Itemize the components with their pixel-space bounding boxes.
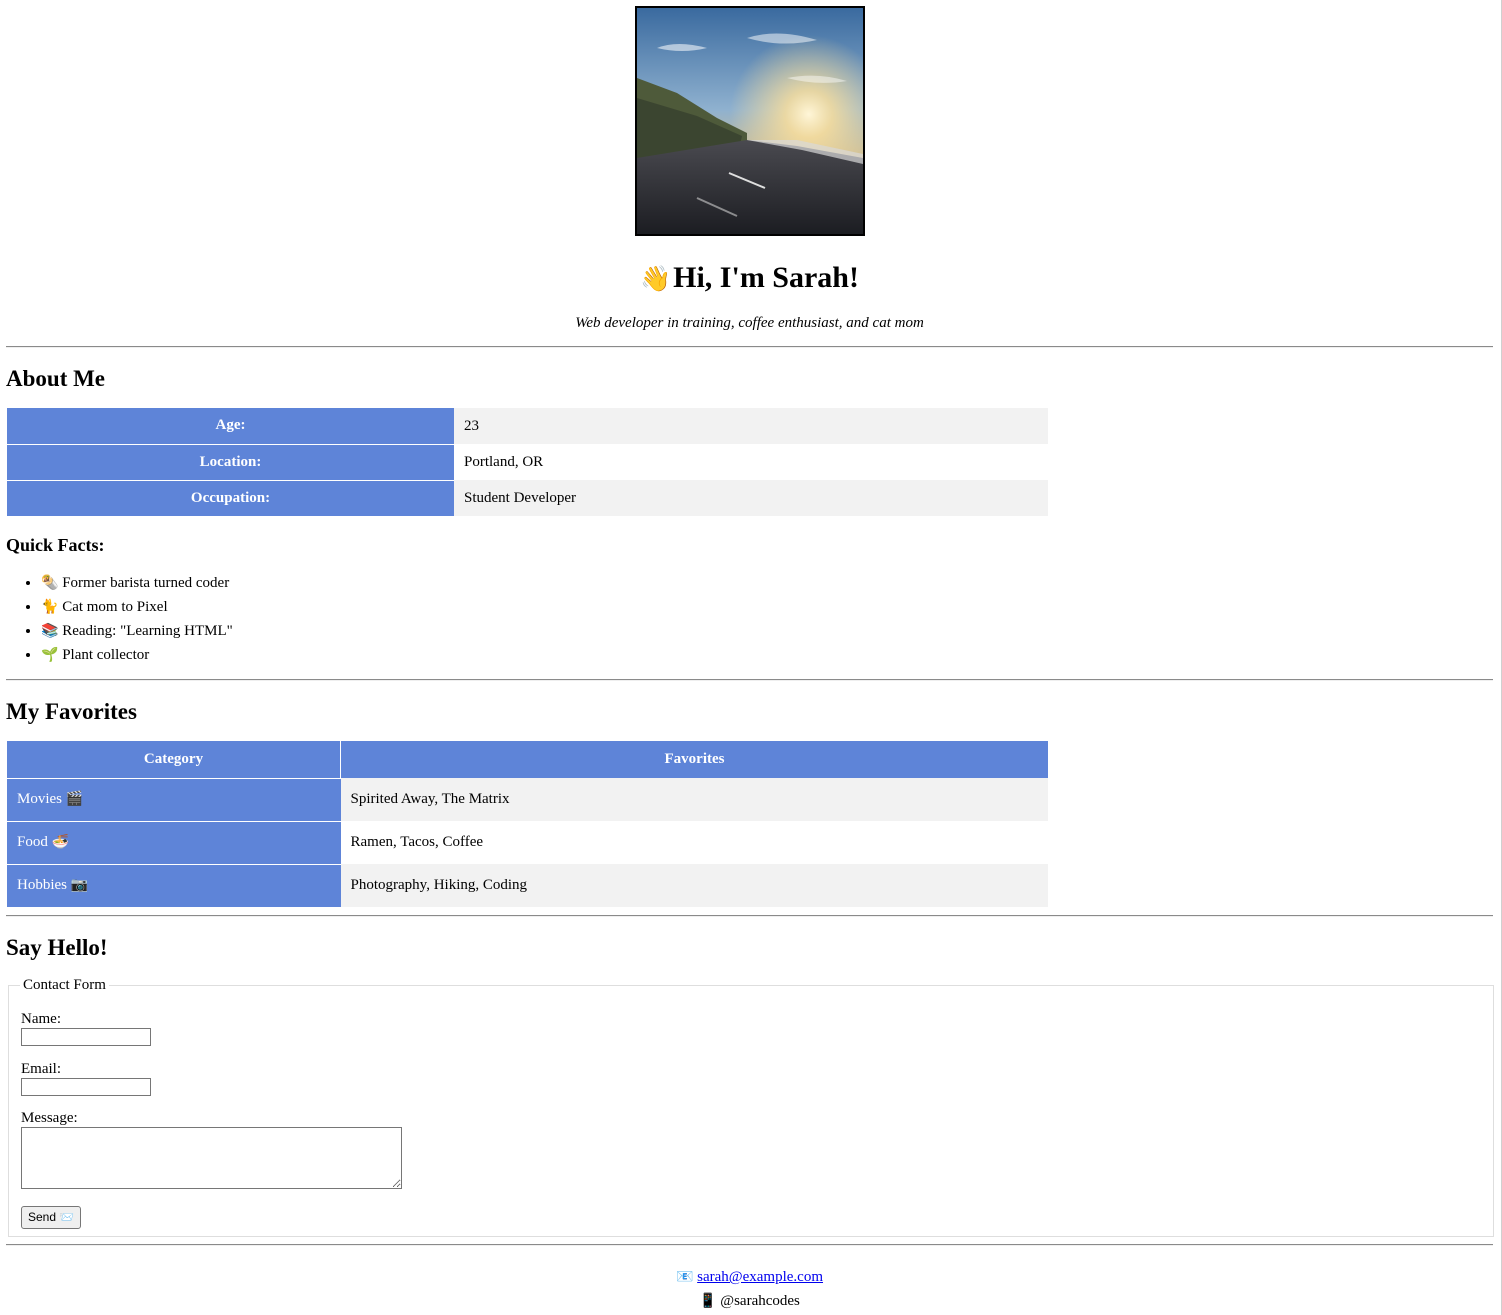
about-label-age: Age:	[7, 408, 454, 445]
page-title: 👋Hi, I'm Sarah!	[6, 260, 1493, 296]
waving-hand-icon: 👋	[640, 264, 672, 293]
divider	[6, 346, 1493, 348]
table-row: Movies 🎬 Spirited Away, The Matrix	[7, 777, 1048, 821]
divider	[6, 1244, 1493, 1246]
category-cell: Hobbies 📷	[7, 863, 341, 907]
phone-icon: 📱	[699, 1293, 717, 1309]
category-cell: Movies 🎬	[7, 777, 341, 821]
footer-email-line: 📧 sarah@example.com	[6, 1265, 1493, 1289]
column-header-favorites: Favorites	[340, 740, 1048, 778]
list-item: 🌯 Former barista turned coder	[41, 571, 1493, 595]
about-value-location: Portland, OR	[454, 444, 1048, 480]
page-title-text: Hi, I'm Sarah!	[673, 261, 859, 294]
category-cell: Food 🍜	[7, 820, 341, 864]
cat-icon: 🐈	[41, 598, 59, 615]
favorites-heading: My Favorites	[6, 698, 137, 724]
contact-form-legend: Contact Form	[23, 977, 106, 993]
name-label: Name:	[21, 1011, 61, 1027]
seedling-icon: 🌱	[41, 646, 59, 663]
about-row-occupation: Occupation: Student Developer	[7, 480, 1048, 517]
category-label: Movies	[17, 791, 62, 807]
message-textarea[interactable]	[21, 1127, 402, 1189]
fact-text: Reading: "Learning HTML"	[62, 622, 233, 639]
column-header-category: Category	[7, 740, 341, 778]
contact-heading: Say Hello!	[6, 935, 108, 960]
landscape-photo-icon	[636, 8, 863, 234]
clapperboard-icon: 🎬	[65, 791, 84, 807]
about-table: Age: 23 Location: Portland, OR Occupatio…	[7, 408, 1048, 517]
noodle-bowl-icon: 🍜	[51, 834, 70, 850]
favorites-table: Category Favorites Movies 🎬 Spirited Awa…	[7, 740, 1048, 907]
list-item: 🌱 Plant collector	[41, 643, 1493, 667]
tagline: Web developer in training, coffee enthus…	[575, 315, 924, 331]
divider	[6, 678, 1493, 681]
favorites-header-row: Category Favorites	[7, 740, 1048, 778]
table-row: Food 🍜 Ramen, Tacos, Coffee	[7, 820, 1048, 864]
about-label-occupation: Occupation:	[7, 480, 454, 517]
email-icon: 📧	[675, 1269, 694, 1285]
contact-form: Contact Form Name: Email: Message: Send …	[8, 977, 1494, 1237]
favorites-cell: Ramen, Tacos, Coffee	[340, 821, 1048, 864]
about-label-location: Location:	[7, 444, 454, 481]
divider	[6, 915, 1493, 917]
fact-text: Cat mom to Pixel	[62, 598, 168, 615]
category-label: Food	[17, 834, 48, 850]
about-value-occupation: Student Developer	[454, 480, 1048, 516]
footer-handle-line: 📱 @sarahcodes	[6, 1289, 1493, 1313]
category-label: Hobbies	[17, 877, 67, 894]
send-button-label: Send	[28, 1210, 57, 1224]
quick-facts-heading: Quick Facts:	[6, 534, 105, 555]
quick-facts-list: 🌯 Former barista turned coder 🐈 Cat mom …	[6, 571, 1493, 667]
books-icon: 📚	[41, 622, 59, 639]
list-item: 🐈 Cat mom to Pixel	[41, 595, 1493, 619]
list-item: 📚 Reading: "Learning HTML"	[41, 619, 1493, 643]
camera-icon: 📷	[70, 877, 89, 894]
burrito-icon: 🌯	[41, 574, 59, 591]
social-handle: @sarahcodes	[720, 1293, 800, 1309]
email-label: Email:	[21, 1061, 61, 1077]
fact-text: Plant collector	[62, 646, 150, 663]
about-row-age: Age: 23	[7, 408, 1048, 445]
footer: 📧 sarah@example.com 📱 @sarahcodes	[6, 1265, 1493, 1313]
favorites-cell: Photography, Hiking, Coding	[340, 864, 1048, 907]
fact-text: Former barista turned coder	[62, 574, 230, 591]
name-field[interactable]	[21, 1028, 151, 1046]
about-row-location: Location: Portland, OR	[7, 444, 1048, 481]
envelope-arrow-icon: 📨	[59, 1210, 75, 1224]
message-label: Message:	[21, 1110, 78, 1126]
table-row: Hobbies 📷 Photography, Hiking, Coding	[7, 863, 1048, 907]
profile-photo	[634, 6, 865, 236]
email-field[interactable]	[21, 1078, 151, 1096]
favorites-cell: Spirited Away, The Matrix	[340, 778, 1048, 821]
send-button[interactable]: Send 📨	[21, 1206, 82, 1229]
about-value-age: 23	[454, 408, 1048, 444]
about-heading: About Me	[6, 366, 106, 391]
email-link[interactable]: sarah@example.com	[697, 1269, 823, 1285]
